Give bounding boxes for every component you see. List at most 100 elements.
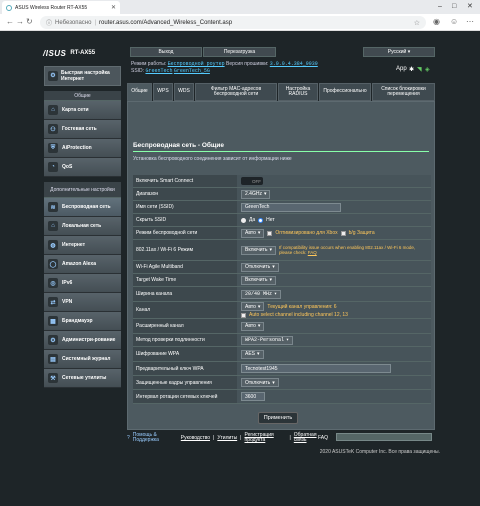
sidebar-item-label: Системный журнал bbox=[62, 356, 111, 362]
help-support-link[interactable]: Помощь & Поддержка bbox=[133, 433, 181, 443]
utilities-link[interactable]: Утилиты bbox=[217, 435, 237, 441]
browser-tab[interactable]: ASUS Wireless Router RT-AX55 ✕ bbox=[2, 1, 120, 14]
extension-channel-select[interactable]: Авто ▾ bbox=[241, 321, 265, 331]
close-window-icon[interactable]: ✕ bbox=[467, 2, 473, 12]
tab-mac-filter[interactable]: Фильтр MAC-адресов беспроводной сети bbox=[195, 83, 277, 101]
quick-setup-button[interactable]: ⚙ Быстрая настройка Интернет bbox=[44, 66, 121, 86]
sidebar-item-wireless[interactable]: ≋ Беспроводная сеть bbox=[44, 198, 121, 217]
sidebar-item-lan[interactable]: ⌂ Локальная сеть bbox=[44, 217, 121, 236]
menu-icon[interactable]: ⋯ bbox=[466, 17, 474, 26]
setting-label: 802.11ax / Wi-Fi 6 Режим bbox=[133, 240, 237, 261]
setting-row: Имя сети (SSID) GreenTech bbox=[133, 201, 431, 214]
tab-wps[interactable]: WPS bbox=[153, 83, 173, 101]
key-rotation-input[interactable]: 3600 bbox=[241, 392, 265, 401]
browser-toolbar: ← → ↻ ⓘ Небезопасно | router.asus.com/Ad… bbox=[0, 14, 480, 31]
smart-connect-toggle[interactable]: OFF bbox=[241, 177, 263, 185]
language-select[interactable]: Русский ▾ bbox=[363, 47, 435, 57]
sidebar-item-internet[interactable]: ◍ Интернет bbox=[44, 236, 121, 255]
setting-row: Метод проверки подлинности WPA2-Personal… bbox=[133, 334, 431, 347]
reboot-button[interactable]: Перезагрузка bbox=[203, 47, 276, 57]
sidebar-item-vpn[interactable]: ⇄ VPN bbox=[44, 293, 121, 312]
usb-icon[interactable]: ✱ bbox=[409, 66, 414, 73]
wifi-status-icon[interactable]: ◥ bbox=[417, 66, 422, 73]
qos-icon: ◔ bbox=[48, 162, 58, 172]
sidebar-item-network-tools[interactable]: ⚒ Сетевые утилиты bbox=[44, 369, 121, 388]
sidebar-item-aiprotection[interactable]: ⛨ AiProtection bbox=[44, 139, 121, 158]
chevron-down-icon: ▾ bbox=[257, 323, 261, 329]
sidebar-item-label: Amazon Alexa bbox=[62, 261, 96, 267]
sidebar-item-alexa[interactable]: ◯ Amazon Alexa bbox=[44, 255, 121, 274]
auto-channel-checkbox[interactable] bbox=[241, 312, 246, 318]
emoji-icon[interactable]: ☺ bbox=[450, 17, 458, 26]
ssid-input[interactable]: GreenTech bbox=[241, 202, 341, 212]
channel-select[interactable]: Авто ▾ bbox=[241, 302, 265, 311]
pmf-select[interactable]: Отключить ▾ bbox=[241, 378, 279, 387]
firmware-value[interactable]: 3.0.0.4.384_9939 bbox=[270, 61, 318, 67]
sidebar-item-ipv6[interactable]: ◎ IPv6 bbox=[44, 274, 121, 293]
current-channel-status: Текущий канал управления: 6 bbox=[267, 303, 337, 310]
vpn-icon: ⇄ bbox=[48, 297, 58, 307]
hide-ssid-no-radio[interactable] bbox=[258, 217, 264, 223]
sidebar: ⚙ Быстрая настройка Интернет Общие ⌂ Карт… bbox=[44, 66, 121, 388]
maximize-icon[interactable]: □ bbox=[452, 2, 456, 12]
ssid-24-value[interactable]: GreenTech bbox=[145, 68, 172, 74]
sidebar-item-syslog[interactable]: ▤ Системный журнал bbox=[44, 350, 121, 369]
close-tab-icon[interactable]: ✕ bbox=[111, 4, 120, 11]
app-label[interactable]: App bbox=[396, 66, 407, 72]
minimize-icon[interactable]: – bbox=[438, 2, 442, 12]
wpa-key-input[interactable]: Tecnotest1945 bbox=[241, 364, 391, 373]
sidebar-item-firewall[interactable]: ▦ Брандмауэр bbox=[44, 312, 121, 331]
sidebar-item-qos[interactable]: ◔ QoS bbox=[44, 158, 121, 177]
separator: | bbox=[94, 19, 97, 26]
forward-icon[interactable]: → bbox=[16, 17, 24, 26]
ssid-5g-value[interactable]: GreenTech_5G bbox=[174, 68, 210, 74]
tab-wds[interactable]: WDS bbox=[174, 83, 194, 101]
sidebar-item-label: VPN bbox=[62, 299, 73, 305]
language-label: Русский bbox=[387, 49, 407, 55]
tab-title: ASUS Wireless Router RT-AX55 bbox=[15, 4, 88, 11]
bookmark-star-icon[interactable]: ☆ bbox=[414, 19, 420, 27]
sidebar-item-label: Администри-рование bbox=[62, 337, 116, 343]
setting-label: Диапазон bbox=[133, 188, 237, 201]
advanced-section-header: Дополнительные настройки bbox=[44, 182, 121, 198]
back-icon[interactable]: ← bbox=[6, 17, 14, 26]
target-wake-time-select[interactable]: Включить ▾ bbox=[241, 275, 276, 285]
address-bar[interactable]: ⓘ Небезопасно | router.asus.com/Advanced… bbox=[40, 16, 426, 29]
tab-radius[interactable]: Настройка RADIUS bbox=[278, 83, 318, 101]
ax-mode-select[interactable]: Включить ▾ bbox=[241, 245, 276, 255]
faq-search-input[interactable] bbox=[336, 433, 432, 441]
manual-link[interactable]: Руководство bbox=[181, 435, 210, 441]
registration-link[interactable]: Регистрация продукта bbox=[244, 433, 286, 443]
apply-button[interactable]: Применить bbox=[258, 412, 298, 424]
bg-protection-checkbox[interactable] bbox=[340, 230, 346, 236]
wpa-encryption-select[interactable]: AES ▾ bbox=[241, 349, 264, 359]
logout-button[interactable]: Выход bbox=[130, 47, 202, 57]
internet-status-icon[interactable]: ◈ bbox=[425, 66, 430, 73]
tab-professional[interactable]: Профессионально bbox=[319, 83, 371, 101]
tab-roaming-block[interactable]: Список блокировки перемещения bbox=[372, 83, 435, 101]
hide-ssid-yes-radio[interactable] bbox=[241, 217, 246, 223]
channel-width-select[interactable]: 20/40 MHz ▾ bbox=[241, 289, 282, 299]
mode-value[interactable]: Беспроводной роутер bbox=[168, 61, 225, 67]
sidebar-item-label: Сетевые утилиты bbox=[62, 375, 107, 381]
sidebar-item-administration[interactable]: ⚙ Администри-рование bbox=[44, 331, 121, 350]
profile-icon[interactable]: ◉ bbox=[433, 17, 440, 26]
wireless-mode-select[interactable]: Авто ▾ bbox=[241, 228, 265, 238]
faq-link[interactable]: FAQ bbox=[308, 250, 317, 255]
chevron-down-icon: ▾ bbox=[274, 291, 278, 297]
tools-icon: ⚒ bbox=[48, 373, 58, 383]
insecure-warning-icon[interactable]: ⓘ bbox=[46, 18, 52, 27]
xbox-checkbox[interactable] bbox=[267, 230, 273, 236]
agile-multiband-select[interactable]: Отключить ▾ bbox=[241, 262, 279, 272]
reload-icon[interactable]: ↻ bbox=[26, 17, 33, 26]
band-select[interactable]: 2.4GHz ▾ bbox=[241, 189, 271, 199]
auth-method-select[interactable]: WPA2-Personal ▾ bbox=[241, 335, 294, 345]
sidebar-item-label: Карта сети bbox=[62, 107, 89, 113]
setting-row: Расширенный канал Авто ▾ bbox=[133, 319, 431, 334]
tab-general[interactable]: Общие bbox=[127, 83, 152, 101]
setting-label: Ширина канала bbox=[133, 287, 237, 302]
select-value: WPA2-Personal bbox=[245, 337, 285, 343]
lan-icon: ⌂ bbox=[48, 221, 58, 231]
sidebar-item-network-map[interactable]: ⌂ Карта сети bbox=[44, 101, 121, 120]
sidebar-item-guest-network[interactable]: ⚇ Гостевая сеть bbox=[44, 120, 121, 139]
